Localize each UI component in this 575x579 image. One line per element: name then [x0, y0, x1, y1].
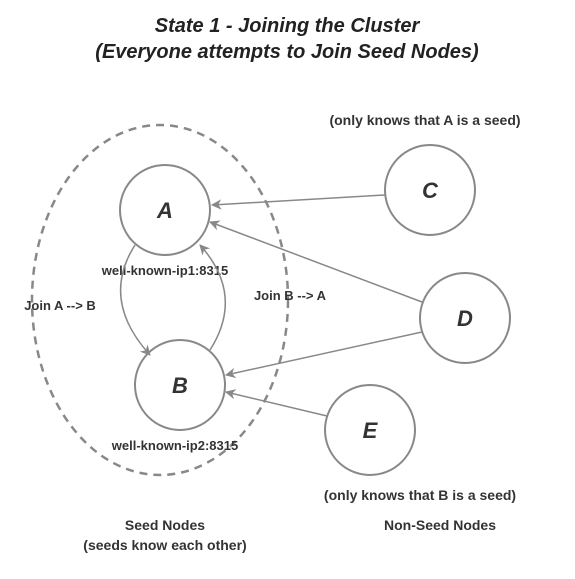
seed-nodes-heading: Seed Nodes	[125, 517, 205, 533]
node-a-label: A	[156, 198, 173, 223]
node-b-ip: well-known-ip2:8315	[111, 438, 238, 453]
node-d-label: D	[457, 306, 473, 331]
node-c-note: (only knows that A is a seed)	[329, 112, 520, 128]
edge-e-to-b	[226, 392, 327, 416]
diagram-title-line2: (Everyone attempts to Join Seed Nodes)	[95, 41, 479, 63]
edge-c-to-a	[212, 195, 385, 205]
diagram-title-line1: State 1 - Joining the Cluster	[155, 15, 421, 37]
edge-b-to-a	[200, 245, 225, 350]
node-e-label: E	[363, 418, 379, 443]
edge-a-to-b-label: Join A --> B	[24, 298, 96, 313]
nonseed-nodes-heading: Non-Seed Nodes	[384, 517, 496, 533]
cluster-join-diagram: State 1 - Joining the Cluster (Everyone …	[0, 0, 575, 579]
edge-a-to-b	[121, 245, 150, 355]
node-e-note: (only knows that B is a seed)	[324, 487, 516, 503]
node-a-ip: well-known-ip1:8315	[101, 263, 228, 278]
edge-d-to-b	[226, 332, 422, 375]
node-c-label: C	[422, 178, 439, 203]
edge-b-to-a-label: Join B --> A	[254, 288, 327, 303]
node-b-label: B	[172, 373, 188, 398]
seed-nodes-sub: (seeds know each other)	[83, 537, 246, 553]
